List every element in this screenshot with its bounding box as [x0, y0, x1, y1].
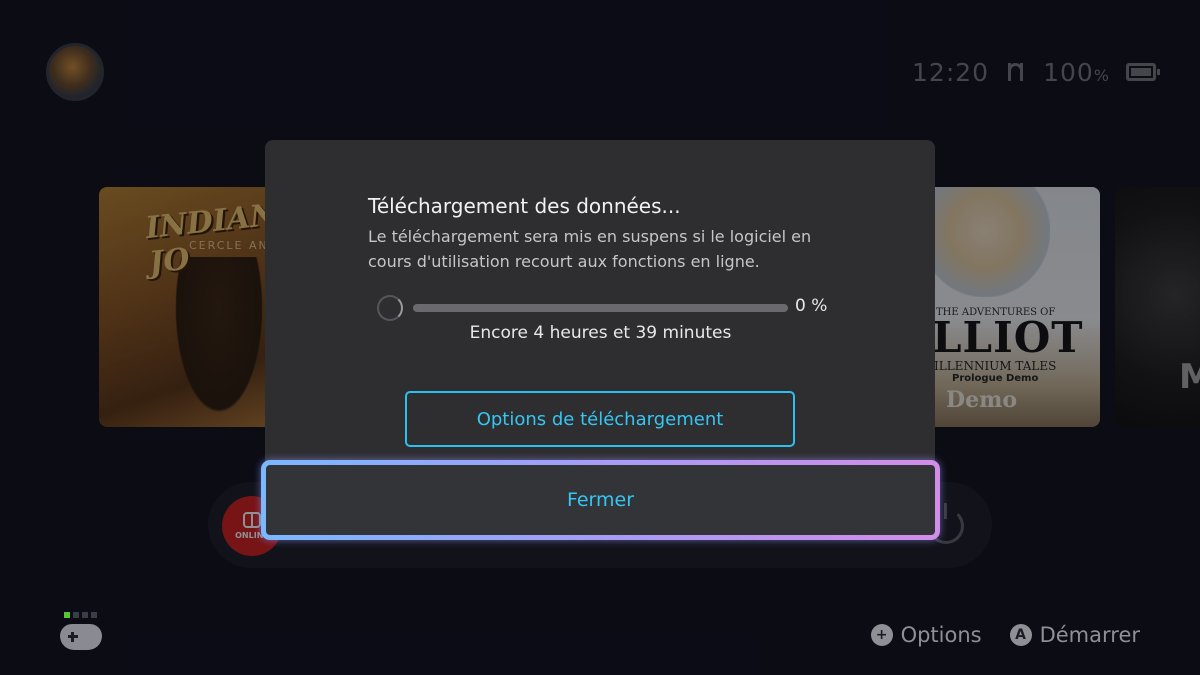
options-hint-label: Options	[900, 623, 982, 647]
start-hint[interactable]: A Démarrer	[1009, 623, 1140, 647]
a-button-icon: A	[1009, 624, 1032, 646]
player-indicator	[64, 612, 106, 618]
dialog-title: Téléchargement des données...	[368, 194, 681, 218]
close-button[interactable]: Fermer	[263, 462, 938, 538]
download-progress-bar	[413, 304, 788, 312]
loading-spinner-icon	[377, 295, 403, 321]
progress-percent: 0 %	[795, 296, 828, 316]
dialog-message: Le téléchargement sera mis en suspens si…	[368, 227, 812, 271]
start-hint-label: Démarrer	[1039, 623, 1140, 647]
button-hints: + Options A Démarrer	[870, 623, 1140, 647]
controller-icon[interactable]	[60, 612, 106, 658]
download-options-button[interactable]: Options de téléchargement	[405, 391, 795, 447]
options-hint[interactable]: + Options	[870, 623, 982, 647]
gamepad-shape	[60, 624, 102, 650]
plus-button-icon: +	[870, 624, 893, 646]
time-remaining: Encore 4 heures et 39 minutes	[469, 323, 732, 343]
